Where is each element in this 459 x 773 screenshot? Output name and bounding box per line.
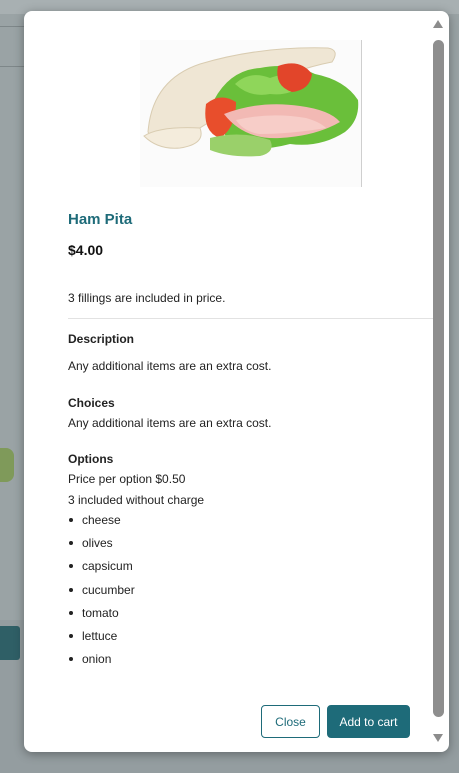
options-heading: Options — [68, 452, 114, 466]
option-item: lettuce — [68, 628, 268, 651]
scrollbar-thumb[interactable] — [433, 40, 444, 717]
background-thumbnail — [0, 448, 14, 482]
options-list: cheese olives capsicum cucumber tomato l… — [68, 512, 268, 674]
option-item: tomato — [68, 605, 268, 628]
fillings-note: 3 fillings are included in price. — [68, 291, 226, 305]
product-title: Ham Pita — [68, 211, 133, 228]
description-text: Any additional items are an extra cost. — [68, 359, 272, 373]
background-button — [0, 626, 20, 660]
choices-heading: Choices — [68, 396, 115, 410]
close-button[interactable]: Close — [261, 705, 320, 738]
product-image — [140, 40, 362, 187]
pita-illustration — [143, 47, 359, 157]
option-item: cucumber — [68, 582, 268, 605]
add-to-cart-button[interactable]: Add to cart — [327, 705, 410, 738]
section-divider — [68, 318, 434, 319]
scroll-up-arrow-icon[interactable] — [433, 20, 443, 28]
background-divider — [0, 26, 24, 27]
description-heading: Description — [68, 332, 135, 346]
background-divider — [0, 66, 24, 67]
option-item: cheese — [68, 512, 268, 535]
option-item: olives — [68, 535, 268, 558]
scroll-down-arrow-icon[interactable] — [433, 734, 443, 742]
choices-text: Any additional items are an extra cost. — [68, 416, 272, 430]
included-count: 3 included without charge — [68, 493, 205, 507]
option-item: onion — [68, 651, 268, 674]
option-item: capsicum — [68, 558, 268, 581]
price-per-option: Price per option $0.50 — [68, 472, 186, 486]
product-modal: Ham Pita $4.00 3 fillings are included i… — [24, 11, 449, 752]
product-price: $4.00 — [68, 242, 104, 258]
